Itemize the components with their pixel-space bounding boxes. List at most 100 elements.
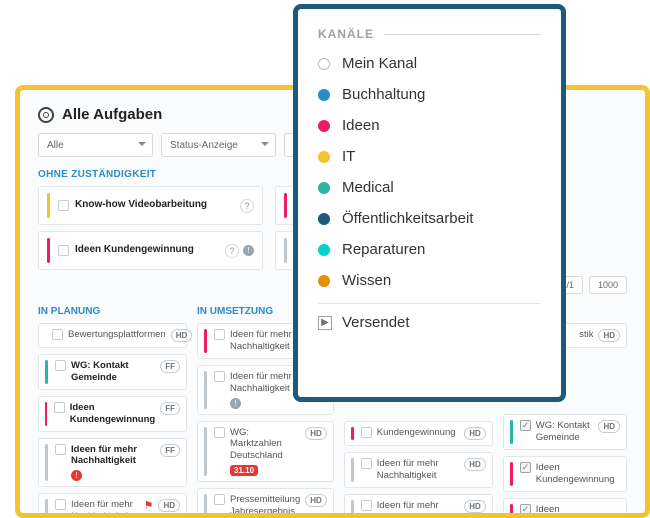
channel-label: Buchhaltung	[342, 86, 425, 103]
checkbox[interactable]	[361, 427, 372, 438]
checkbox[interactable]	[58, 200, 69, 211]
channel-color-bar	[284, 193, 287, 218]
task-name: WG: Kontakt Gemeinde	[536, 420, 594, 444]
filter-all-select[interactable]: Alle	[38, 133, 153, 157]
task-name: Know-how Videobarbeitung	[75, 199, 234, 212]
alert-icon: !	[71, 470, 82, 481]
filter-all-label: Alle	[47, 140, 64, 151]
task-name: Ideen für mehr Nachhaltigkeit	[377, 458, 459, 482]
checkbox[interactable]	[520, 462, 531, 473]
filter-status-label: Status-Anzeige	[170, 140, 238, 151]
task-name: Ideen Kundengewinnung	[70, 402, 156, 426]
filter-status-select[interactable]: Status-Anzeige	[161, 133, 276, 157]
channel-item-it[interactable]: IT	[318, 148, 541, 165]
checkbox[interactable]	[214, 427, 225, 438]
checkbox[interactable]	[52, 329, 63, 340]
task-name: Ideen für mehr Nachhaltigkeit	[377, 500, 459, 518]
channel-color-bar	[47, 193, 50, 218]
flag-icon: ⚑	[144, 499, 154, 512]
checkbox[interactable]	[361, 500, 372, 511]
channel-dot-icon	[318, 58, 330, 70]
channel-label: Öffentlichkeitsarbeit	[342, 210, 473, 227]
channel-dot-icon	[318, 213, 330, 225]
task-card[interactable]: WG: Kontakt Gemeinde FF	[38, 354, 187, 390]
channel-item-sent[interactable]: ▶ Versendet	[318, 314, 541, 331]
badge: HD	[158, 499, 180, 512]
task-row[interactable]: Know-how Videobarbeitung ?	[38, 186, 263, 225]
task-name: Bewertungsplattformen	[68, 329, 166, 341]
task-name: Ideen Kundengewinnung	[536, 462, 620, 486]
task-card[interactable]: BewertungsplattformenHD	[38, 323, 187, 348]
task-name: Ideen für mehr Nachhaltigkeit	[230, 329, 300, 353]
task-name: Ideen Kundengewinnung	[536, 504, 620, 518]
task-card[interactable]: WG: Kontakt Gemeinde HD	[503, 414, 627, 450]
badge: HD	[598, 420, 620, 433]
channel-item-medical[interactable]: Medical	[318, 179, 541, 196]
checkbox[interactable]	[55, 499, 66, 510]
task-row[interactable]: Ideen Kundengewinnung ?!	[38, 231, 263, 270]
help-icon[interactable]: ?	[225, 244, 239, 258]
channel-color-bar	[284, 238, 287, 263]
badge: FF	[160, 444, 180, 457]
channel-dot-icon	[318, 151, 330, 163]
channel-dot-icon	[318, 182, 330, 194]
task-card[interactable]: Pressemitteilung Jahresergebnis31.10HD	[197, 488, 334, 518]
task-card[interactable]: Ideen für mehr Nachhaltigkeit!HD	[344, 494, 493, 518]
channel-item-mein[interactable]: Mein Kanal	[318, 55, 541, 72]
checkbox[interactable]	[214, 329, 225, 340]
divider	[318, 303, 541, 304]
task-card[interactable]: Ideen für mehr Nachhaltigkeit!⚑HD	[38, 493, 187, 518]
task-card[interactable]: Ideen Kundengewinnung	[503, 456, 627, 492]
task-name: WG: Marktzahlen Deutschland	[230, 427, 300, 463]
channel-dot-icon	[318, 275, 330, 287]
channel-dot-icon	[318, 244, 330, 256]
badge: HD	[171, 329, 193, 342]
channel-dot-icon	[318, 120, 330, 132]
checkbox[interactable]	[361, 458, 372, 469]
task-card[interactable]: WG: Marktzahlen Deutschland 31.10 HD	[197, 421, 334, 483]
date-badge: 31.10	[230, 465, 258, 476]
pager-count[interactable]: 1000	[589, 276, 627, 294]
alert-icon: !	[243, 245, 254, 256]
badge: HD	[464, 458, 486, 471]
channel-item-ideen[interactable]: Ideen	[318, 117, 541, 134]
checkbox[interactable]	[214, 371, 225, 382]
badge: HD	[598, 329, 620, 342]
task-card[interactable]: Ideen Kundengewinnung	[503, 498, 627, 518]
task-card[interactable]: Kundengewinnung HD	[344, 421, 493, 446]
checkbox[interactable]	[58, 245, 69, 256]
checkbox[interactable]	[54, 402, 65, 413]
task-name: Ideen für mehr Nachhaltigkeit	[71, 499, 139, 518]
task-card[interactable]: Ideen Kundengewinnung FF	[38, 396, 187, 432]
checkbox[interactable]	[55, 444, 66, 455]
channel-label: IT	[342, 148, 355, 165]
task-name: Ideen Kundengewinnung	[75, 244, 219, 257]
badge: HD	[464, 500, 486, 513]
badge: HD	[464, 427, 486, 440]
badge: FF	[160, 402, 180, 415]
channel-item-oeffentlichkeit[interactable]: Öffentlichkeitsarbeit	[318, 210, 541, 227]
task-name: Pressemitteilung Jahresergebnis	[230, 494, 300, 518]
checkbox[interactable]	[214, 494, 225, 505]
badge: FF	[160, 360, 180, 373]
channel-item-wissen[interactable]: Wissen	[318, 272, 541, 289]
checkbox[interactable]	[520, 504, 531, 515]
panel-title: KANÄLE	[318, 27, 374, 41]
badge: HD	[305, 494, 327, 507]
channels-panel: KANÄLE Mein Kanal Buchhaltung Ideen IT M…	[293, 4, 566, 402]
channel-item-reparaturen[interactable]: Reparaturen	[318, 241, 541, 258]
channel-dot-icon	[318, 89, 330, 101]
checkbox[interactable]	[55, 360, 66, 371]
task-card[interactable]: Ideen für mehr Nachhaltigkeit HD	[344, 452, 493, 488]
checkbox[interactable]	[520, 420, 531, 431]
task-card[interactable]: Ideen für mehr Nachhaltigkeit!FF	[38, 438, 187, 488]
channel-item-buchhaltung[interactable]: Buchhaltung	[318, 86, 541, 103]
page-title: Alle Aufgaben	[62, 106, 162, 123]
task-name: WG: Kontakt Gemeinde	[71, 360, 155, 384]
task-name: Kundengewinnung	[377, 427, 459, 439]
target-icon	[38, 107, 54, 123]
channel-label: Wissen	[342, 272, 391, 289]
help-icon[interactable]: ?	[240, 199, 254, 213]
badge: HD	[305, 427, 327, 440]
channel-color-bar	[47, 238, 50, 263]
